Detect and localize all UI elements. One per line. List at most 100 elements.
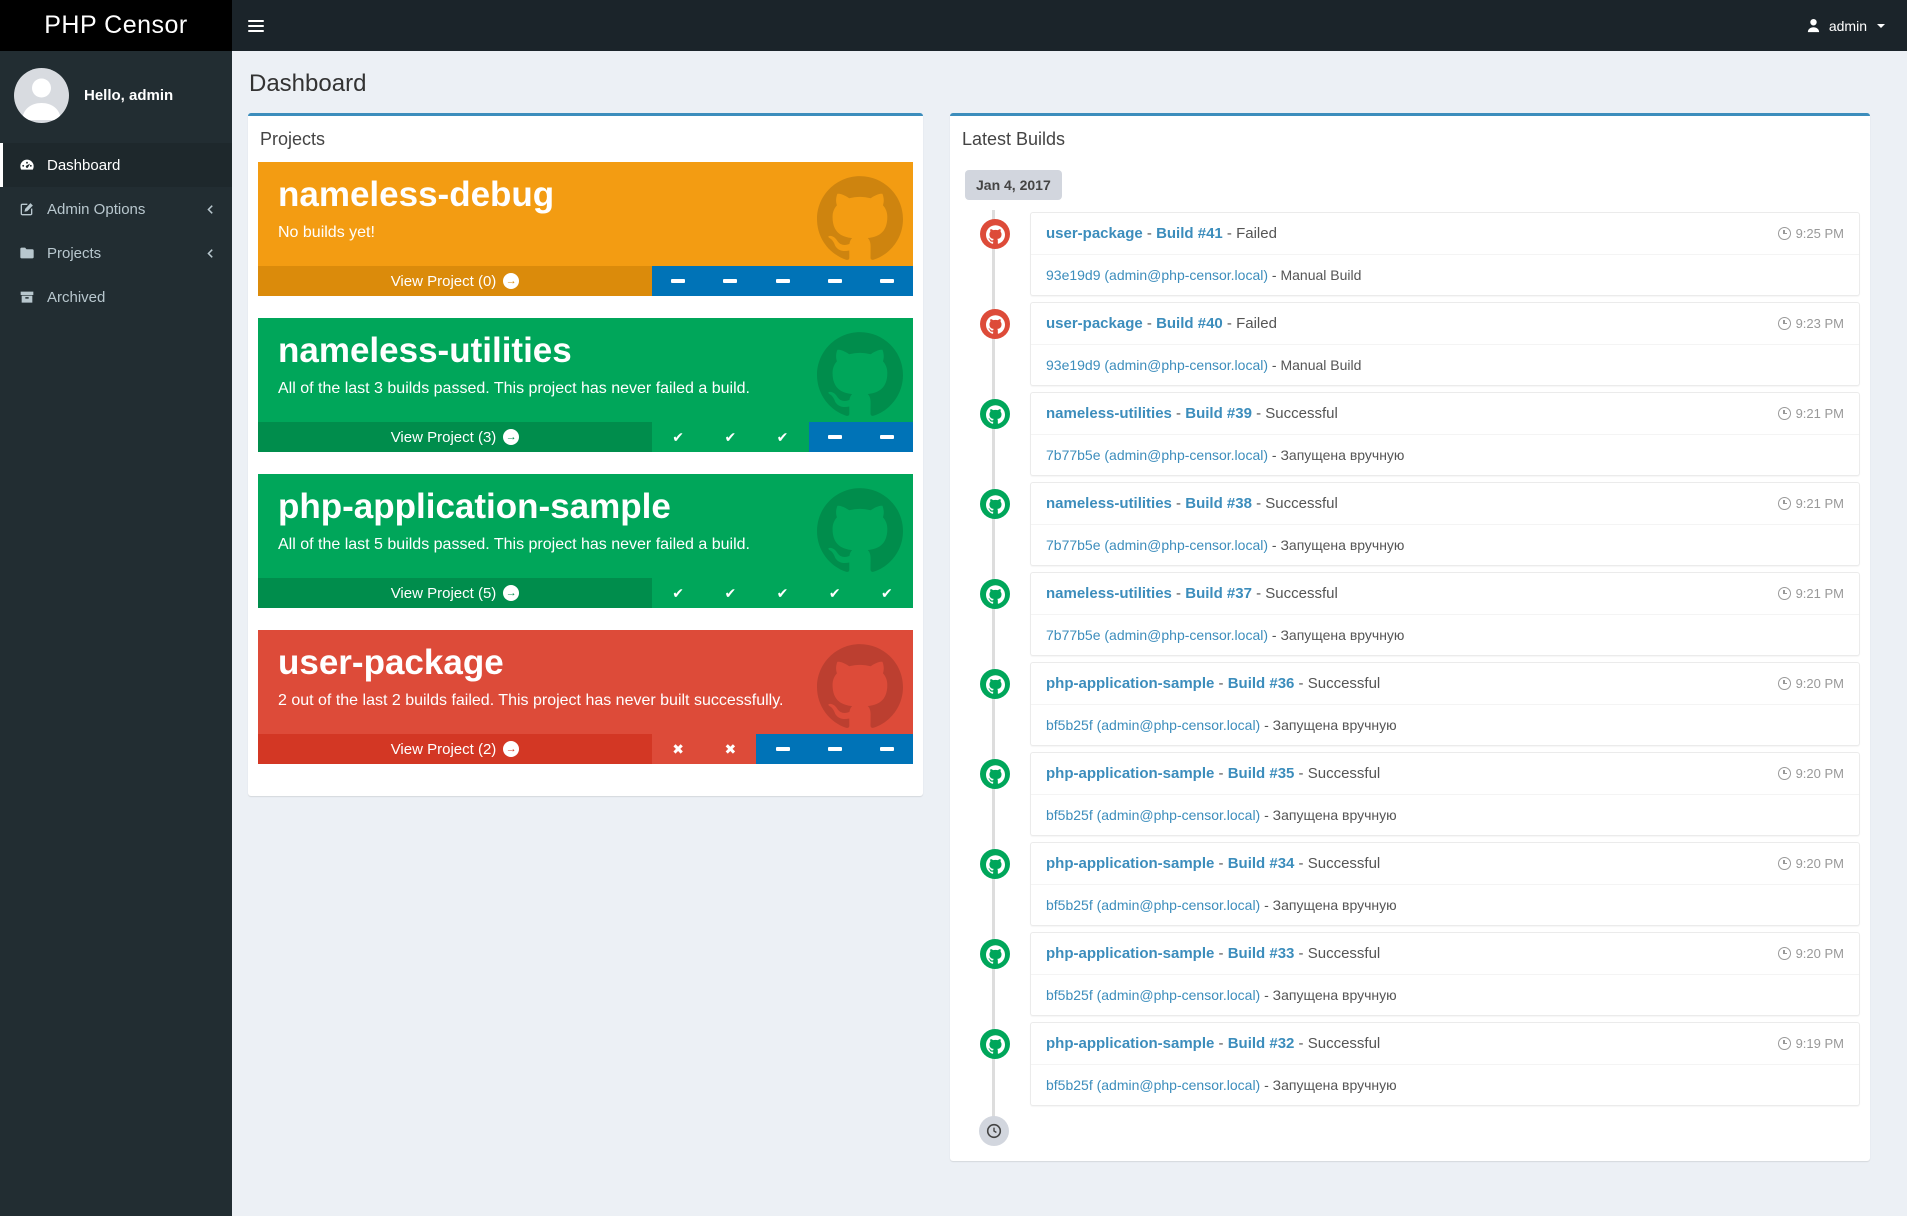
projects-panel: Projects nameless-debug No builds yet! V… <box>248 113 923 796</box>
sidebar-item-archived[interactable]: Archived <box>0 275 232 319</box>
build-link[interactable]: Build #39 <box>1185 405 1252 422</box>
build-history-item-none[interactable] <box>860 734 914 764</box>
build-link[interactable]: Build #41 <box>1156 225 1223 242</box>
user-menu[interactable]: admin <box>1784 0 1907 51</box>
project-link[interactable]: php-application-sample <box>1046 1035 1214 1052</box>
build-link[interactable]: Build #35 <box>1228 765 1295 782</box>
build-entry-title: php-application-sample - Build #33 - Suc… <box>1046 945 1380 962</box>
build-history-item-none[interactable] <box>808 266 861 296</box>
build-history-item-none[interactable] <box>808 734 861 764</box>
app-logo[interactable]: PHP Censor <box>0 0 232 51</box>
build-entry: php-application-sample - Build #33 - Suc… <box>980 932 1860 1016</box>
build-link[interactable]: Build #36 <box>1228 675 1295 692</box>
build-history-item-none[interactable] <box>704 266 757 296</box>
commit-link[interactable]: bf5b25f (admin@php-censor.local) <box>1046 717 1260 733</box>
project-card: nameless-debug No builds yet! View Proje… <box>258 162 914 296</box>
dash-icon <box>827 747 842 751</box>
build-history-item-ok[interactable]: ✔ <box>860 578 914 608</box>
view-project-label: View Project (5) <box>390 584 497 602</box>
build-history-item-none[interactable] <box>808 422 861 452</box>
build-link[interactable]: Build #37 <box>1185 585 1252 602</box>
sidebar-item-projects[interactable]: Projects <box>0 231 232 275</box>
main-content: Dashboard Projects nameless-debug No bui… <box>232 51 1907 1216</box>
build-note: - Manual Build <box>1268 267 1362 283</box>
project-link[interactable]: user-package <box>1046 315 1143 332</box>
sidebar-item-dashboard[interactable]: Dashboard <box>0 143 232 187</box>
clock-icon <box>1777 227 1791 240</box>
project-title[interactable]: nameless-debug <box>278 175 893 215</box>
clock-icon <box>1777 317 1791 330</box>
commit-link[interactable]: 7b77b5e (admin@php-censor.local) <box>1046 447 1268 463</box>
build-link[interactable]: Build #38 <box>1185 495 1252 512</box>
build-history-item-none[interactable] <box>756 266 809 296</box>
user-name: admin <box>1828 17 1867 34</box>
build-history-item-ok[interactable]: ✔ <box>652 422 705 452</box>
build-time: 9:21 PM <box>1777 586 1844 601</box>
project-link[interactable]: user-package <box>1046 225 1143 242</box>
commit-link[interactable]: 7b77b5e (admin@php-censor.local) <box>1046 537 1268 553</box>
build-link[interactable]: Build #34 <box>1228 855 1295 872</box>
build-history-item-none[interactable] <box>860 266 914 296</box>
build-note: - Запущена вручную <box>1260 807 1397 823</box>
build-link[interactable]: Build #40 <box>1156 315 1223 332</box>
commit-link[interactable]: 93e19d9 (admin@php-censor.local) <box>1046 267 1268 283</box>
build-history-item-ok[interactable]: ✔ <box>704 422 757 452</box>
build-entry-header: nameless-utilities - Build #39 - Success… <box>1031 393 1859 435</box>
check-icon: ✔ <box>881 585 893 601</box>
commit-link[interactable]: 93e19d9 (admin@php-censor.local) <box>1046 357 1268 373</box>
sidebar: Hello, admin Dashboard Admin Options Pro… <box>0 51 232 1216</box>
commit-link[interactable]: bf5b25f (admin@php-censor.local) <box>1046 897 1260 913</box>
build-entry-title: nameless-utilities - Build #38 - Success… <box>1046 495 1338 512</box>
dash-icon <box>879 435 894 439</box>
project-title[interactable]: php-application-sample <box>278 487 893 527</box>
project-link[interactable]: php-application-sample <box>1046 855 1214 872</box>
build-history-item-fail[interactable]: ✖ <box>704 734 757 764</box>
project-link[interactable]: php-application-sample <box>1046 765 1214 782</box>
build-history-item-none[interactable] <box>652 266 705 296</box>
sidebar-item-admin-options[interactable]: Admin Options <box>0 187 232 231</box>
build-history-item-ok[interactable]: ✔ <box>756 578 809 608</box>
view-project-button[interactable]: View Project (3) → <box>258 422 652 452</box>
sidebar-greeting: Hello, admin <box>84 87 174 104</box>
build-history-item-ok[interactable]: ✔ <box>704 578 757 608</box>
commit-link[interactable]: bf5b25f (admin@php-censor.local) <box>1046 987 1260 1003</box>
project-status-text: All of the last 5 builds passed. This pr… <box>278 536 750 554</box>
commit-link[interactable]: 7b77b5e (admin@php-censor.local) <box>1046 627 1268 643</box>
separator: - <box>1214 945 1228 962</box>
build-entry-header: nameless-utilities - Build #38 - Success… <box>1031 483 1859 525</box>
project-link[interactable]: php-application-sample <box>1046 675 1214 692</box>
view-project-button[interactable]: View Project (2) → <box>258 734 652 764</box>
commit-link[interactable]: bf5b25f (admin@php-censor.local) <box>1046 807 1260 823</box>
build-status-icon <box>980 579 1010 609</box>
project-link[interactable]: nameless-utilities <box>1046 585 1172 602</box>
build-entry: php-application-sample - Build #32 - Suc… <box>980 1022 1860 1106</box>
build-history-item-ok[interactable]: ✔ <box>652 578 705 608</box>
build-link[interactable]: Build #33 <box>1228 945 1295 962</box>
project-card-footer: View Project (0) → <box>258 266 914 296</box>
project-link[interactable]: nameless-utilities <box>1046 495 1172 512</box>
build-time-text: 9:25 PM <box>1795 226 1844 241</box>
build-entry: nameless-utilities - Build #38 - Success… <box>980 482 1860 566</box>
separator: - <box>1142 225 1157 242</box>
build-time-text: 9:21 PM <box>1795 586 1844 601</box>
build-status-icon <box>980 759 1010 789</box>
build-status-icon <box>980 489 1010 519</box>
view-project-button[interactable]: View Project (5) → <box>258 578 652 608</box>
build-history-item-ok[interactable]: ✔ <box>756 422 809 452</box>
project-link[interactable]: nameless-utilities <box>1046 405 1172 422</box>
github-icon <box>817 488 903 572</box>
build-history-item-none[interactable] <box>756 734 809 764</box>
sidebar-toggle-button[interactable] <box>232 0 280 51</box>
build-history-item-fail[interactable]: ✖ <box>652 734 705 764</box>
project-link[interactable]: php-application-sample <box>1046 945 1214 962</box>
project-title[interactable]: nameless-utilities <box>278 331 893 371</box>
view-project-button[interactable]: View Project (0) → <box>258 266 652 296</box>
project-card-footer: View Project (5) → ✔ ✔ ✔ ✔ ✔ <box>258 578 914 608</box>
dash-icon <box>775 747 790 751</box>
build-link[interactable]: Build #32 <box>1228 1035 1295 1052</box>
project-title[interactable]: user-package <box>278 643 893 683</box>
build-history-item-ok[interactable]: ✔ <box>808 578 861 608</box>
build-entry-header: php-application-sample - Build #32 - Suc… <box>1031 1023 1859 1065</box>
build-history-item-none[interactable] <box>860 422 914 452</box>
commit-link[interactable]: bf5b25f (admin@php-censor.local) <box>1046 1077 1260 1093</box>
